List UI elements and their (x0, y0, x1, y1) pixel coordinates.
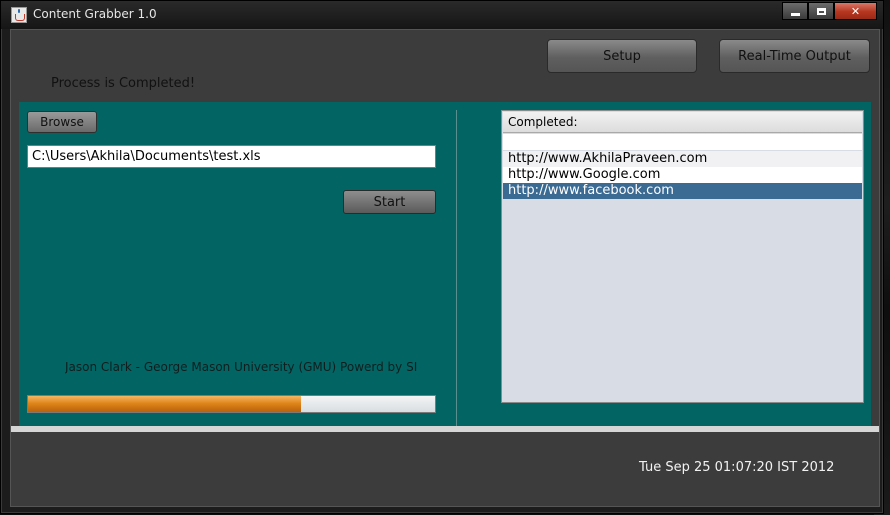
status-message: Process is Completed! (51, 76, 196, 91)
minimize-icon (790, 12, 800, 16)
list-empty-row (503, 134, 862, 150)
title-bar[interactable]: Content Grabber 1.0 ✕ (1, 1, 883, 29)
list-item[interactable]: http://www.facebook.com (503, 183, 862, 199)
close-button[interactable]: ✕ (834, 2, 877, 20)
setup-button[interactable]: Setup (547, 39, 697, 73)
list-item[interactable]: http://www.Google.com (503, 167, 862, 183)
file-path-input[interactable] (27, 145, 436, 168)
window-title: Content Grabber 1.0 (33, 7, 157, 21)
maximize-icon (816, 7, 826, 15)
start-button[interactable]: Start (343, 190, 436, 214)
panel-divider[interactable] (456, 110, 457, 426)
app-window: Content Grabber 1.0 ✕ Process is Complet… (0, 0, 884, 514)
credit-text: Jason Clark - George Mason University (G… (65, 360, 418, 374)
work-panel: Browse Start Jason Clark - George Mason … (19, 102, 871, 426)
separator-strip (11, 426, 879, 432)
completed-list[interactable]: Completed: http://www.AkhilaPraveen.com h… (501, 110, 864, 403)
completed-list-rows: http://www.AkhilaPraveen.com http://www.G… (503, 151, 862, 199)
datetime-label: Tue Sep 25 01:07:20 IST 2012 (639, 460, 835, 475)
maximize-button[interactable] (808, 2, 834, 20)
progress-bar (27, 395, 436, 413)
progress-fill (28, 396, 301, 412)
minimize-button[interactable] (782, 2, 808, 20)
list-item[interactable]: http://www.AkhilaPraveen.com (503, 151, 862, 167)
completed-list-header[interactable]: Completed: (503, 112, 862, 133)
close-icon: ✕ (850, 4, 861, 18)
browse-button[interactable]: Browse (27, 111, 97, 133)
realtime-output-button[interactable]: Real-Time Output (719, 39, 870, 73)
main-content: Process is Completed! Setup Real-Time Ou… (10, 29, 880, 507)
java-app-icon (11, 7, 27, 23)
window-controls: ✕ (782, 2, 877, 21)
